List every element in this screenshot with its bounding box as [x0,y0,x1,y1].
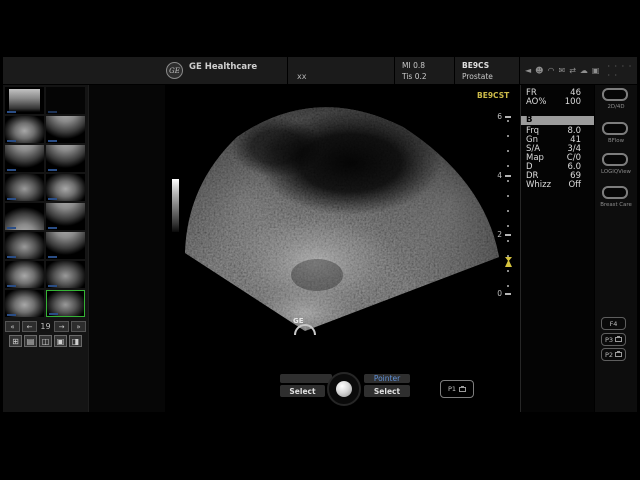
softkey-label: LOGIQView [597,168,635,174]
softkey-breastcare-button[interactable] [602,186,628,199]
ultrasound-image-area[interactable]: BE9CST GE 6 4 2 0 [165,85,520,412]
softkey-logiqview-button[interactable] [602,153,628,166]
transfer-icon[interactable]: ◨ [69,335,82,347]
param-label: Whizz [526,181,551,190]
volume-icon: ◄ [525,67,531,75]
thumbnail[interactable] [5,203,44,230]
grayscale-bar [172,179,179,232]
select-right-button[interactable]: Select [364,385,410,397]
thumbnail[interactable] [46,87,85,114]
ge-logo-icon: GE [166,62,183,79]
depth-ruler: 6 4 2 0 [487,85,515,315]
cloud-icon: ☁ [580,67,588,75]
next-page-button[interactable]: → [54,321,69,332]
network-icon: ⇄ [569,67,576,75]
thumbnail[interactable] [5,174,44,201]
thumbnail-selected[interactable] [46,290,85,317]
depth-label: 2 [497,231,502,239]
mode-header: B [521,116,594,125]
thumbnail-grid [5,87,86,317]
imaging-parameter-panel: FR 46 AO% 100 B Frq 8.0 Gn 41 S/A 3/4 Ma… [520,85,594,412]
printer-icon [615,352,622,357]
thumbnail[interactable] [5,87,44,114]
softkey-bflow-button[interactable] [602,122,628,135]
preset-name: Prostate [462,72,493,81]
thumbnail[interactable] [46,232,85,259]
depth-tick [505,116,511,118]
mi-value: MI 0.8 [402,61,425,70]
clipboard-thumbnail-panel: « ← 19 → » ⊞ ▤ ◫ ▣ ◨ [3,85,88,412]
system-status-section: ◄ ☻ ◠ ✉ ⇄ ☁ ▣ · · · · · · [520,57,637,84]
page-number: 19 [39,322,52,331]
thumbnail[interactable] [46,203,85,230]
user-icon: ☻ [535,67,543,75]
thumbnail[interactable] [5,116,44,143]
ultrasound-system-screen: GE GE Healthcare xx MI 0.8 Tis 0.2 BE9CS… [0,0,640,480]
depth-tick [505,175,511,177]
pointer-mode-label: Pointer [364,374,410,383]
softkey-label: 2D/4D [597,103,635,109]
tis-value: Tis 0.2 [402,72,427,81]
thumbnail[interactable] [46,116,85,143]
copy-icon[interactable]: ◫ [39,335,52,347]
patient-id-text: xx [297,72,306,81]
probe-name: BE9CS [462,61,489,70]
probe-preset-section[interactable]: BE9CS Prostate [455,57,520,84]
f4-label: F4 [610,320,618,328]
p1-label: P1 [448,385,456,393]
param-label: AO% [526,98,546,107]
patient-id-section[interactable]: xx [288,57,395,84]
trackball-function-bar [280,374,332,383]
first-page-button[interactable]: « [5,321,20,332]
depth-label: 6 [497,113,502,121]
thumbnail-pagination: « ← 19 → » [5,321,86,332]
softkey-label: Breast Care [597,201,635,207]
p2-button[interactable]: P2 [601,348,626,361]
softkey-column: 2D/4D BFlow LOGIQView Breast Care F4 P3 … [595,85,637,412]
depth-label: 0 [497,290,502,298]
thumbnail[interactable] [5,290,44,317]
brand-section: GE GE Healthcare [3,57,288,84]
prev-page-button[interactable]: ← [22,321,37,332]
last-page-button[interactable]: » [71,321,86,332]
menu-dots[interactable]: · · · · · · [607,62,637,80]
status-icon-strip: ◄ ☻ ◠ ✉ ⇄ ☁ ▣ [525,67,599,75]
wifi-icon: ◠ [548,67,555,75]
depth-ruler-ticks [507,120,509,295]
thumbnail[interactable] [46,174,85,201]
ultrasound-fan-image [165,85,520,412]
depth-label: 4 [497,172,502,180]
p3-button[interactable]: P3 [601,333,626,346]
printer-icon [615,337,622,342]
printer-icon [459,387,466,392]
brand-name: GE Healthcare [189,62,257,72]
display-icon: ▣ [592,67,600,75]
select-left-button[interactable]: Select [280,385,325,397]
acoustic-output-section: MI 0.8 Tis 0.2 [395,57,455,84]
depth-tick [505,234,511,236]
thumbnail[interactable] [5,261,44,288]
p2-label: P2 [605,351,613,359]
trackball[interactable] [336,381,352,397]
clipboard-toolbar: ⊞ ▤ ◫ ▣ ◨ [5,335,86,347]
grid-view-icon[interactable]: ⊞ [9,335,22,347]
mail-icon: ✉ [558,67,565,75]
delete-icon[interactable]: ▤ [24,335,37,347]
softkey-label: BFlow [597,137,635,143]
thumbnail[interactable] [46,261,85,288]
thumbnail[interactable] [46,145,85,172]
param-value: Off [568,181,581,190]
softkey-2d4d-button[interactable] [602,88,628,101]
panel-divider-strip [88,85,165,412]
top-status-bar: GE GE Healthcare xx MI 0.8 Tis 0.2 BE9CS… [3,57,637,84]
p3-label: P3 [605,336,613,344]
p1-button[interactable]: P1 [440,380,474,398]
save-icon[interactable]: ▣ [54,335,67,347]
probe-orientation-label: GE [293,317,304,325]
param-value: 100 [565,98,581,107]
depth-tick [505,293,511,295]
thumbnail[interactable] [5,145,44,172]
f4-button[interactable]: F4 [601,317,626,330]
thumbnail[interactable] [5,232,44,259]
